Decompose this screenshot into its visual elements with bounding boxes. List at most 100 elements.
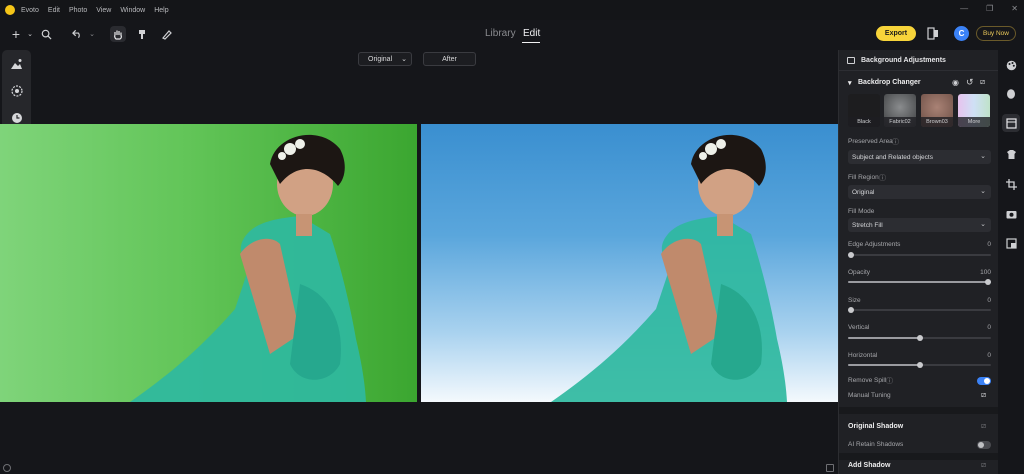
edge-adjustments-label: Edge Adjustments	[848, 241, 901, 248]
backdrop-thumb-black[interactable]: Black	[848, 94, 880, 127]
ai-retain-shadows-label: AI Retain Shadows	[848, 441, 904, 448]
edge-adjustments-slider[interactable]	[848, 252, 991, 258]
aperture-icon[interactable]	[9, 83, 24, 98]
fill-mode-value: Stretch Fill	[852, 221, 883, 229]
app-name: Evoto	[21, 6, 39, 14]
remove-spill-label: Remove Spill	[848, 377, 887, 384]
search-icon[interactable]	[38, 26, 54, 42]
panel-icon	[847, 56, 855, 64]
chevron-down-icon: ⌄	[980, 153, 986, 160]
backdrop-thumb-brown03[interactable]: Brown03	[921, 94, 953, 127]
clock-icon[interactable]	[9, 110, 24, 125]
slider-fill	[848, 364, 920, 366]
fill-mode-label: Fill Mode	[848, 208, 875, 215]
horizontal-slider[interactable]	[848, 362, 991, 368]
camera-icon[interactable]	[1005, 208, 1017, 220]
opacity-slider[interactable]	[848, 279, 991, 285]
info-icon[interactable]: ⓘ	[892, 137, 899, 147]
fill-region-select[interactable]: Original ⌄	[848, 185, 991, 199]
opacity-value: 100	[980, 269, 991, 276]
section-divider	[839, 407, 999, 414]
section-backdrop-changer[interactable]: Backdrop Changer	[858, 79, 921, 86]
undo-icon[interactable]	[69, 26, 85, 42]
preserved-area-value: Subject and Related objects	[852, 153, 933, 161]
vertical-label: Vertical	[848, 324, 870, 331]
slider-knob[interactable]	[985, 279, 991, 285]
menu-window[interactable]: Window	[120, 7, 145, 14]
menu-photo[interactable]: Photo	[69, 7, 87, 14]
ai-retain-shadows-toggle[interactable]	[977, 441, 991, 449]
eraser-icon[interactable]	[158, 26, 174, 42]
close-icon[interactable]: ✕	[1011, 4, 1018, 13]
hand-icon[interactable]	[110, 26, 126, 42]
slider-fill	[848, 337, 920, 339]
section-divider	[839, 453, 999, 460]
thumb-label: Brown03	[921, 117, 953, 127]
buy-now-button[interactable]: Buy Now	[976, 26, 1016, 41]
horizontal-value: 0	[987, 352, 991, 359]
slider-knob[interactable]	[917, 362, 923, 368]
no-effect-icon[interactable]: ⧄	[980, 77, 985, 87]
slider-knob[interactable]	[848, 307, 854, 313]
remove-spill-toggle[interactable]	[977, 377, 991, 385]
vertical-slider[interactable]	[848, 335, 991, 341]
info-icon[interactable]	[3, 464, 11, 472]
slider-knob[interactable]	[848, 252, 854, 258]
brush-icon[interactable]	[134, 26, 150, 42]
chevron-down-icon[interactable]: ⌄	[84, 26, 100, 42]
fill-mode-select[interactable]: Stretch Fill ⌄	[848, 218, 991, 232]
collapse-icon[interactable]: ▾	[848, 79, 852, 87]
slider-knob[interactable]	[917, 335, 923, 341]
subject-illustration-after	[551, 134, 787, 402]
tab-edit[interactable]: Edit	[523, 28, 540, 39]
edge-adjustments-value: 0	[987, 241, 991, 248]
toggle-knob	[984, 378, 990, 384]
original-image[interactable]	[0, 124, 417, 402]
compare-original-select[interactable]: Original ⌄	[358, 52, 412, 66]
info-icon[interactable]: ⓘ	[886, 376, 893, 386]
thumb-label: Black	[848, 117, 880, 127]
compare-icon[interactable]	[927, 27, 939, 40]
section-original-shadow[interactable]: Original Shadow	[848, 423, 903, 430]
minimize-icon[interactable]: —	[960, 4, 968, 13]
app-logo-icon	[5, 5, 15, 15]
panel-title: Background Adjustments	[861, 56, 946, 64]
right-icon-rail	[998, 50, 1024, 474]
backdrop-thumb-fabric02[interactable]: Fabric02	[884, 94, 916, 127]
background-icon[interactable]	[1002, 114, 1020, 132]
no-effect-icon[interactable]: ⧄	[981, 460, 986, 470]
crop-icon[interactable]	[1005, 178, 1017, 190]
chevron-down-icon: ⌄	[401, 56, 407, 63]
toggle-knob	[978, 442, 984, 448]
no-effect-icon[interactable]: ⧄	[981, 421, 986, 431]
active-tab-indicator	[522, 42, 540, 43]
menu-help[interactable]: Help	[154, 7, 168, 14]
eye-icon[interactable]: ◉	[952, 78, 959, 87]
tab-library[interactable]: Library	[485, 28, 516, 39]
menu-edit[interactable]: Edit	[48, 7, 60, 14]
menu-view[interactable]: View	[96, 7, 111, 14]
face-icon[interactable]	[1005, 88, 1017, 100]
panel-toggle-icon[interactable]	[826, 464, 834, 472]
maximize-icon[interactable]: ❐	[986, 4, 993, 13]
info-icon[interactable]: ⓘ	[879, 173, 886, 183]
opacity-label: Opacity	[848, 269, 871, 276]
chevron-down-icon[interactable]: ⌄	[22, 26, 38, 42]
background-adjustments-panel: Background Adjustments ▾ Backdrop Change…	[838, 50, 999, 474]
avatar[interactable]: C	[954, 26, 969, 41]
gallery-icon[interactable]	[1005, 237, 1017, 249]
palette-icon[interactable]	[1005, 59, 1017, 71]
portrait-icon[interactable]	[9, 56, 24, 71]
compare-after-button[interactable]: After	[423, 52, 476, 66]
size-slider[interactable]	[848, 307, 991, 313]
backdrop-thumb-more[interactable]: More	[958, 94, 990, 127]
shirt-icon[interactable]	[1005, 148, 1017, 160]
no-effect-icon[interactable]: ⧄	[981, 390, 986, 400]
preserved-area-select[interactable]: Subject and Related objects ⌄	[848, 150, 991, 164]
reset-icon[interactable]: ↺	[966, 77, 974, 88]
fill-region-value: Original	[852, 188, 875, 196]
section-add-shadow[interactable]: Add Shadow	[848, 462, 890, 469]
panel-header: Background Adjustments	[839, 50, 999, 71]
export-button[interactable]: Export	[876, 26, 916, 41]
after-image[interactable]	[421, 124, 839, 402]
